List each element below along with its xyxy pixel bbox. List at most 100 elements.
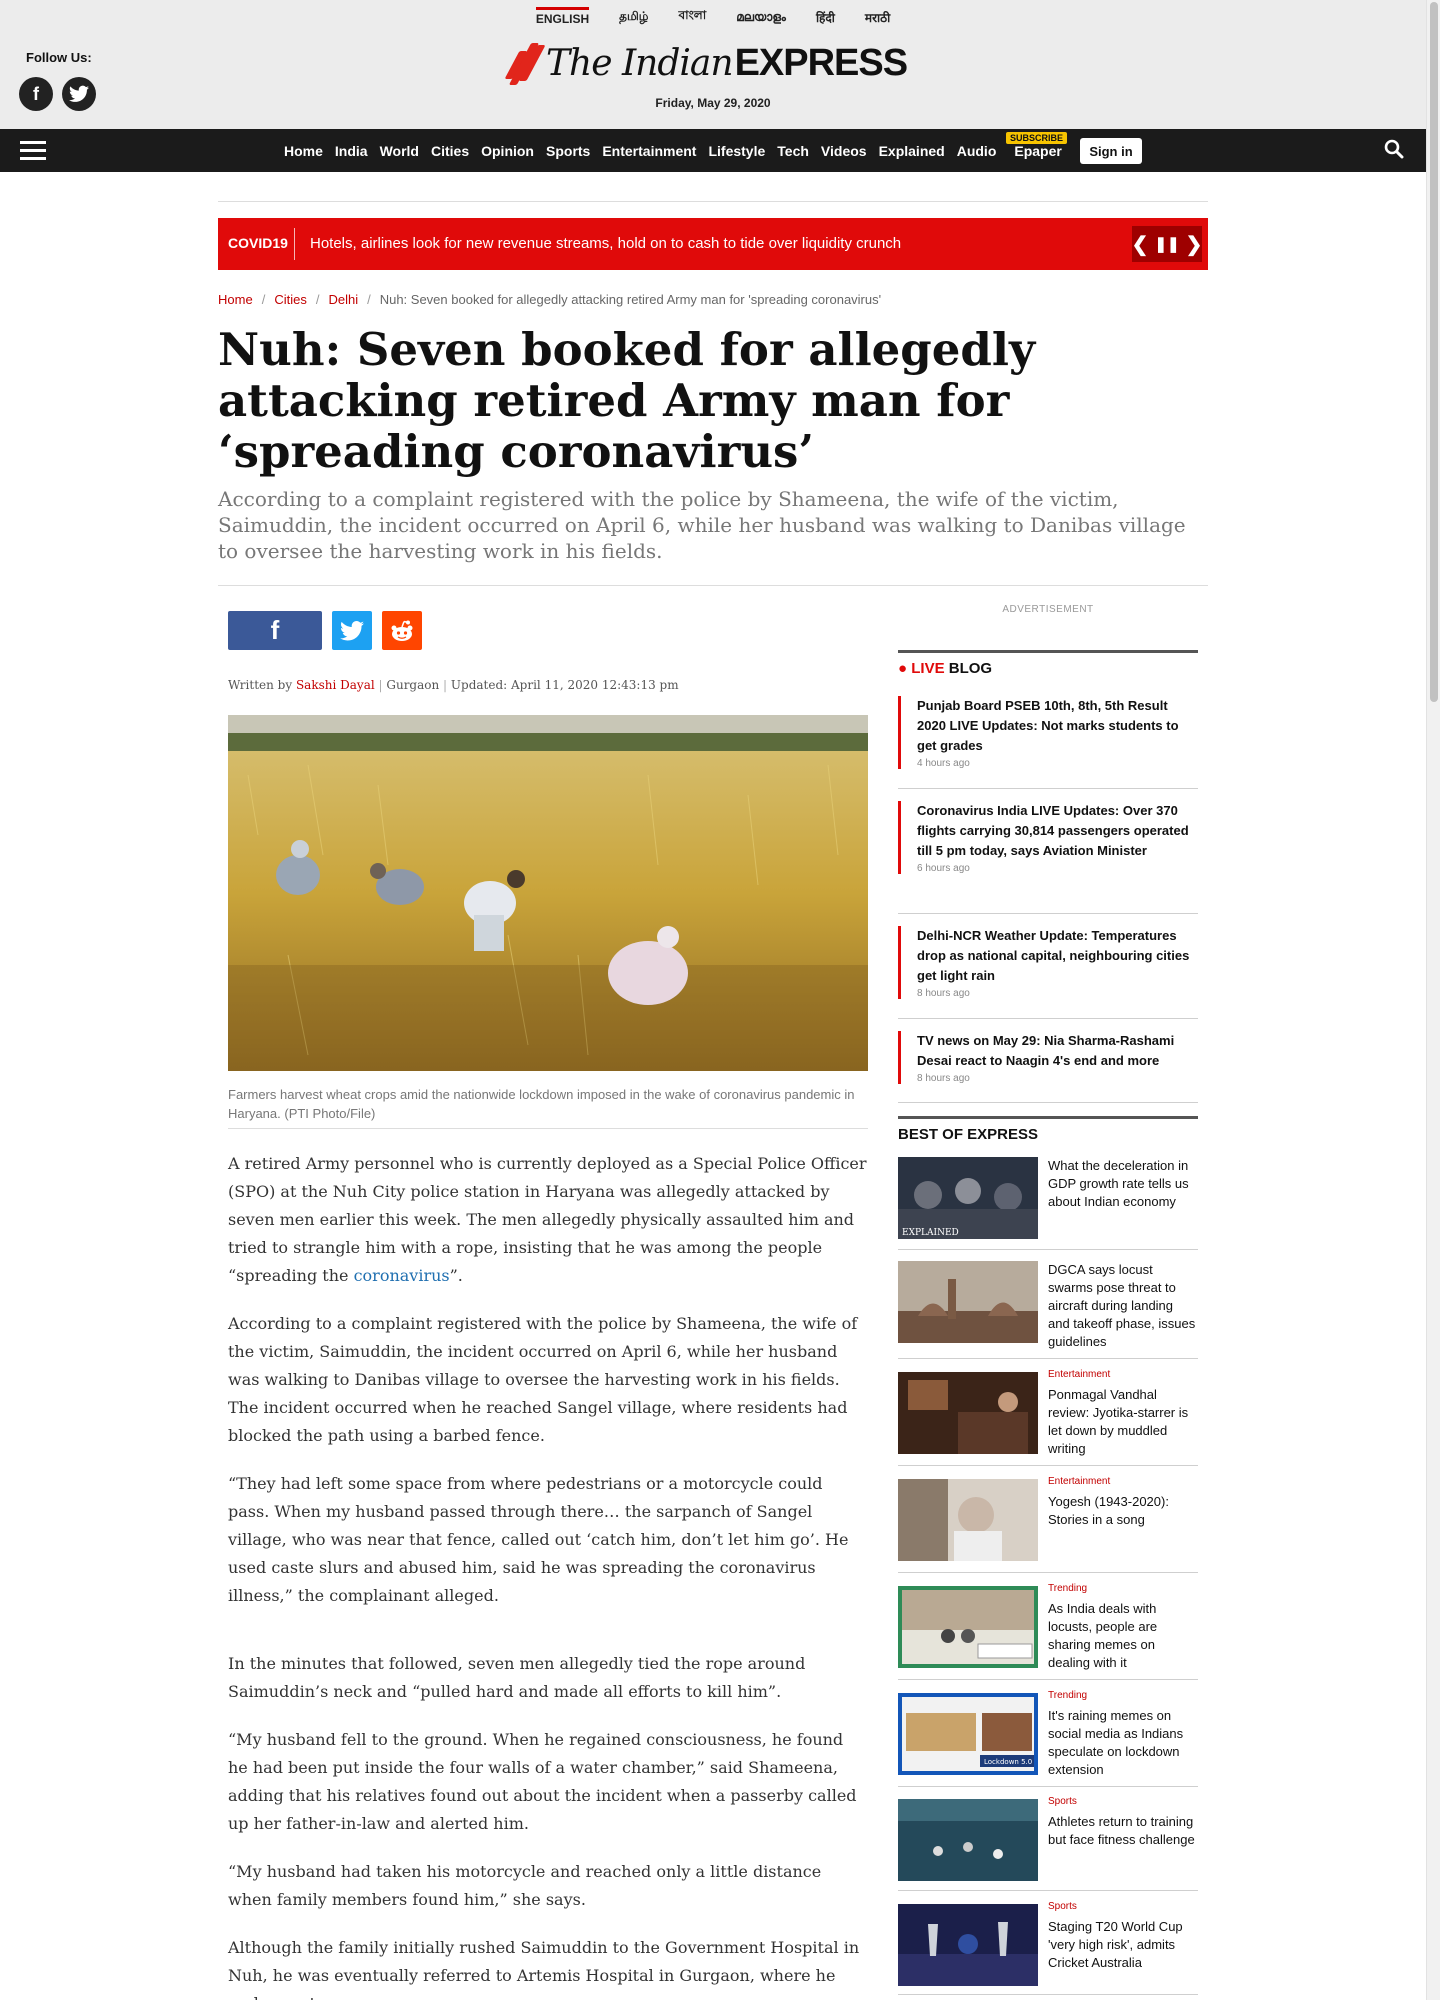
best-of-title[interactable]: DGCA says locust swarms pose threat to a… <box>1048 1261 1198 1351</box>
author-link[interactable]: Sakshi Dayal <box>296 678 375 692</box>
breadcrumb-delhi[interactable]: Delhi <box>328 292 358 307</box>
nav-world[interactable]: World <box>380 143 419 159</box>
best-of-title[interactable]: Staging T20 World Cup 'very high risk', … <box>1048 1918 1198 1972</box>
sidebar-divider <box>898 1890 1198 1891</box>
best-of-item[interactable]: Lockdown 5.0 Trending It's raining memes… <box>898 1690 1198 1779</box>
sidebar-divider <box>898 1994 1198 1995</box>
best-of-category[interactable]: Trending <box>1048 1583 1087 1594</box>
share-reddit-button[interactable] <box>382 611 422 650</box>
ticker-pause-icon[interactable]: ❚❚ <box>1154 235 1179 253</box>
sidebar-divider <box>898 913 1198 914</box>
news-ticker: COVID19 Hotels, airlines look for new re… <box>218 218 1208 270</box>
site-logo[interactable]: The Indian EXPRESS <box>504 40 912 86</box>
best-of-thumbnail[interactable] <box>898 1904 1038 1986</box>
menu-icon[interactable] <box>20 141 46 161</box>
scrollbar-thumb[interactable] <box>1430 2 1438 702</box>
nav-epaper[interactable]: Epaper <box>1014 143 1061 159</box>
best-of-category[interactable]: Sports <box>1048 1796 1077 1807</box>
best-of-thumbnail[interactable] <box>898 1479 1038 1561</box>
live-label: LIVE <box>911 660 945 677</box>
live-blog-title[interactable]: Delhi-NCR Weather Update: Temperatures d… <box>917 926 1198 986</box>
lang-english[interactable]: ENGLISH <box>535 6 590 26</box>
breadcrumb-current: Nuh: Seven booked for allegedly attackin… <box>379 292 882 307</box>
share-twitter-button[interactable] <box>332 611 372 650</box>
best-of-item[interactable]: Entertainment Yogesh (1943-2020): Storie… <box>898 1476 1198 1563</box>
caption-divider <box>228 1128 868 1129</box>
best-of-title[interactable]: Ponmagal Vandhal review: Jyotika-starrer… <box>1048 1386 1198 1458</box>
live-dot-icon: ● <box>898 660 908 677</box>
nav-lifestyle[interactable]: Lifestyle <box>708 143 765 159</box>
lang-hindi[interactable]: हिंदी <box>816 7 835 26</box>
best-of-thumbnail[interactable]: EXPLAINED <box>898 1157 1038 1239</box>
live-blog-title[interactable]: Punjab Board PSEB 10th, 8th, 5th Result … <box>917 696 1198 756</box>
nav-tech[interactable]: Tech <box>777 143 809 159</box>
sidebar-divider <box>898 1018 1198 1019</box>
nav-opinion[interactable]: Opinion <box>481 143 534 159</box>
live-blog-item[interactable]: Coronavirus India LIVE Updates: Over 370… <box>898 801 1198 874</box>
live-blog-item[interactable]: TV news on May 29: Nia Sharma-Rashami De… <box>898 1031 1198 1084</box>
best-of-category[interactable]: Entertainment <box>1048 1369 1110 1380</box>
article-photo[interactable] <box>228 715 868 1071</box>
sidebar-divider <box>898 1786 1198 1787</box>
best-of-item[interactable]: Sports Athletes return to training but f… <box>898 1796 1198 1883</box>
nav-entertainment[interactable]: Entertainment <box>602 143 696 159</box>
explained-watermark: EXPLAINED <box>902 1228 959 1238</box>
best-of-title[interactable]: What the deceleration in GDP growth rate… <box>1048 1157 1198 1211</box>
lang-tamil[interactable]: தமிழ் <box>619 7 648 25</box>
best-of-item[interactable]: Entertainment Ponmagal Vandhal review: J… <box>898 1369 1198 1458</box>
nav-audio[interactable]: Audio <box>957 143 997 159</box>
live-blog-title[interactable]: Coronavirus India LIVE Updates: Over 370… <box>917 801 1198 861</box>
top-divider <box>218 201 1208 202</box>
sidebar-divider <box>898 788 1198 789</box>
lang-bangla[interactable]: বাংলা <box>678 5 706 27</box>
coronavirus-link[interactable]: coronavirus <box>354 1266 450 1285</box>
breadcrumb-cities[interactable]: Cities <box>274 292 307 307</box>
best-of-thumbnail[interactable] <box>898 1372 1038 1454</box>
best-of-title[interactable]: Athletes return to training but face fit… <box>1048 1813 1198 1849</box>
best-of-thumbnail[interactable]: Lockdown 5.0 <box>898 1693 1038 1775</box>
sign-in-button[interactable]: Sign in <box>1080 138 1142 164</box>
nav-explained[interactable]: Explained <box>879 143 945 159</box>
page-scrollbar[interactable] <box>1426 0 1440 2000</box>
best-of-item[interactable]: Sports Staging T20 World Cup 'very high … <box>898 1901 1198 1988</box>
best-of-item[interactable]: Trending As India deals with locusts, pe… <box>898 1583 1198 1672</box>
best-of-category[interactable]: Entertainment <box>1048 1476 1110 1487</box>
best-of-express-header: BEST OF EXPRESS <box>898 1116 1198 1143</box>
best-of-item[interactable]: DGCA says locust swarms pose threat to a… <box>898 1261 1198 1349</box>
subscribe-badge[interactable]: SUBSCRIBE <box>1006 132 1068 144</box>
best-of-item[interactable]: EXPLAINED What the deceleration in GDP g… <box>898 1157 1198 1241</box>
lang-marathi[interactable]: मराठी <box>865 7 890 26</box>
lang-malayalam[interactable]: മലയാളം <box>736 8 786 25</box>
best-of-thumbnail[interactable] <box>898 1261 1038 1343</box>
nav-cities[interactable]: Cities <box>431 143 469 159</box>
best-of-category[interactable]: Trending <box>1048 1690 1087 1701</box>
breadcrumb-home[interactable]: Home <box>218 292 253 307</box>
live-blog-time: 8 hours ago <box>917 988 970 999</box>
ticker-prev-icon[interactable]: ❮ <box>1132 232 1149 257</box>
search-icon[interactable] <box>1384 139 1406 161</box>
ticker-headline[interactable]: Hotels, airlines look for new revenue st… <box>310 235 901 252</box>
best-of-title[interactable]: It's raining memes on social media as In… <box>1048 1707 1198 1779</box>
live-blog-item[interactable]: Punjab Board PSEB 10th, 8th, 5th Result … <box>898 696 1198 769</box>
live-blog-title[interactable]: TV news on May 29: Nia Sharma-Rashami De… <box>917 1031 1198 1071</box>
nav-videos[interactable]: Videos <box>821 143 867 159</box>
nav-sports[interactable]: Sports <box>546 143 590 159</box>
live-blog-item[interactable]: Delhi-NCR Weather Update: Temperatures d… <box>898 926 1198 999</box>
live-blog-time: 6 hours ago <box>917 863 970 874</box>
ticker-tag[interactable]: COVID19 <box>228 235 288 251</box>
advertisement-label: ADVERTISEMENT <box>1002 604 1094 615</box>
best-of-title[interactable]: As India deals with locusts, people are … <box>1048 1600 1198 1672</box>
nav-india[interactable]: India <box>335 143 368 159</box>
best-of-thumbnail[interactable] <box>898 1586 1038 1668</box>
nav-home[interactable]: Home <box>284 143 323 159</box>
share-facebook-button[interactable]: f <box>228 611 322 650</box>
article-paragraph-2: According to a complaint registered with… <box>228 1314 858 1445</box>
best-of-thumbnail[interactable] <box>898 1799 1038 1881</box>
article-paragraph-5: “My husband fell to the ground. When he … <box>228 1730 857 1833</box>
main-navbar: Home India World Cities Opinion Sports E… <box>0 129 1426 172</box>
article-paragraph-1: A retired Army personnel who is currentl… <box>228 1154 867 1285</box>
best-of-title[interactable]: Yogesh (1943-2020): Stories in a song <box>1048 1493 1198 1529</box>
best-of-category[interactable]: Sports <box>1048 1901 1077 1912</box>
ticker-next-icon[interactable]: ❯ <box>1186 232 1203 257</box>
current-date: Friday, May 29, 2020 <box>655 96 771 110</box>
